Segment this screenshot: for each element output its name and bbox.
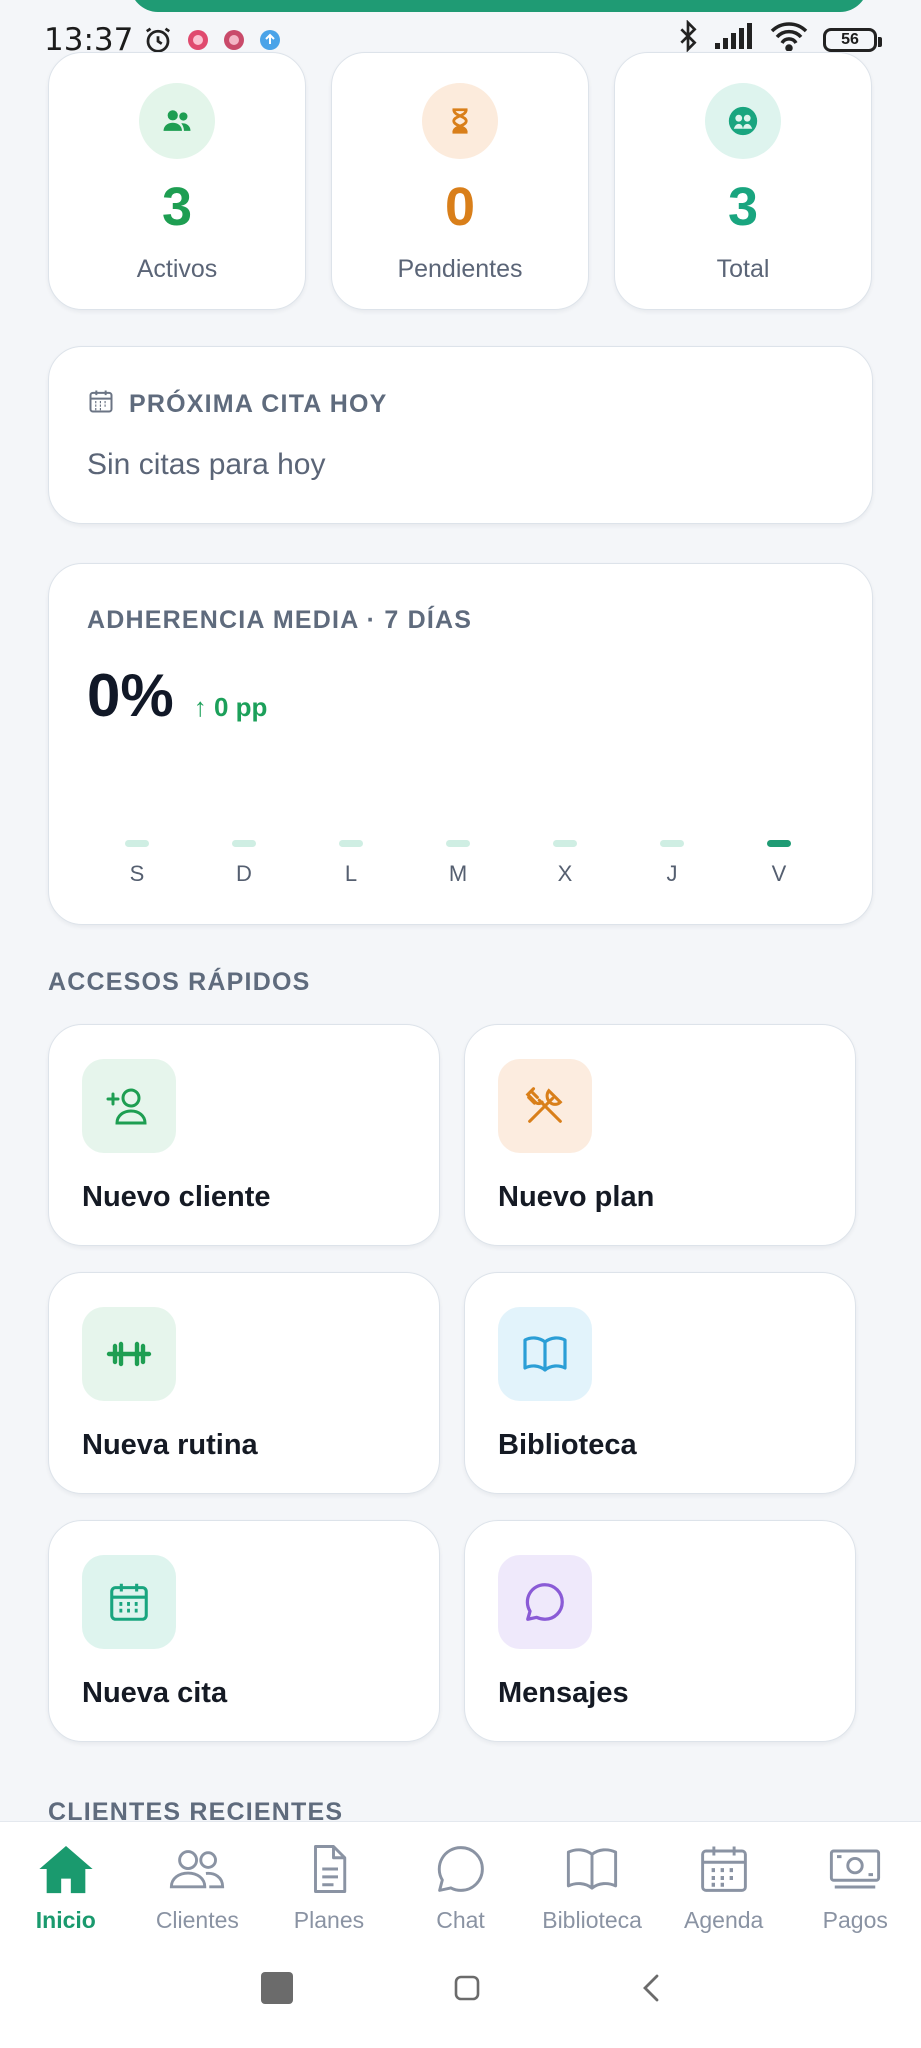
next-appointment-title: PRÓXIMA CITA HOY: [129, 390, 388, 418]
quick-action-label: Nuevo cliente: [82, 1181, 271, 1213]
nav-label: Planes: [293, 1907, 365, 1933]
quick-action-label: Nuevo plan: [498, 1181, 655, 1213]
nav-label: Clientes: [155, 1907, 239, 1933]
next-appointment-card[interactable]: PRÓXIMA CITA HOY Sin citas para hoy: [48, 346, 873, 524]
users-icon: [168, 1842, 226, 1901]
app-notification-icon: [187, 29, 209, 51]
alarm-icon: [143, 25, 173, 55]
calendar-icon: [695, 1842, 753, 1901]
quick-action-label: Nueva rutina: [82, 1429, 258, 1461]
book-icon: [498, 1307, 592, 1401]
stat-card-active[interactable]: 3 Activos: [48, 52, 306, 310]
utensils-icon: [498, 1059, 592, 1153]
battery-icon: 56: [823, 28, 882, 52]
adherence-day-D: D: [214, 840, 274, 887]
back-button[interactable]: [640, 1973, 662, 2008]
adherence-bar: [660, 840, 684, 847]
adherence-day-S: S: [107, 840, 167, 887]
dumbbell-icon: [82, 1307, 176, 1401]
day-label: L: [344, 861, 358, 886]
quick-library-button[interactable]: Biblioteca: [464, 1272, 856, 1494]
app-notification-icon: [223, 29, 245, 51]
adherence-day-L: L: [321, 840, 381, 887]
quick-new-client-button[interactable]: Nuevo cliente: [48, 1024, 440, 1246]
quick-new-plan-button[interactable]: Nuevo plan: [464, 1024, 856, 1246]
nav-label: Chat: [436, 1907, 485, 1933]
stat-card-total[interactable]: 3 Total: [614, 52, 872, 310]
nav-item-agenda[interactable]: Agenda: [658, 1822, 790, 1933]
nav-item-clientes[interactable]: Clientes: [132, 1822, 264, 1933]
chat-icon: [432, 1842, 490, 1901]
next-appointment-subtitle: Sin citas para hoy: [87, 448, 326, 481]
quick-access-title: ACCESOS RÁPIDOS: [48, 968, 311, 996]
upload-notification-icon: [259, 29, 281, 51]
adherence-bar: [553, 840, 577, 847]
day-label: X: [557, 861, 573, 886]
quick-action-label: Mensajes: [498, 1677, 629, 1709]
adherence-day-J: J: [642, 840, 702, 887]
hourglass-icon: [422, 83, 498, 159]
home-button[interactable]: [454, 1975, 480, 2006]
quick-new-routine-button[interactable]: Nueva rutina: [48, 1272, 440, 1494]
stat-label: Total: [716, 255, 770, 283]
nav-label: Agenda: [684, 1907, 764, 1933]
home-icon: [37, 1842, 95, 1901]
day-label: M: [448, 861, 468, 886]
adherence-day-X: X: [535, 840, 595, 887]
stat-label: Pendientes: [397, 255, 523, 283]
calendar-icon: [87, 387, 115, 422]
quick-action-label: Nueva cita: [82, 1677, 228, 1709]
stat-card-pending[interactable]: 0 Pendientes: [331, 52, 589, 310]
day-label: D: [236, 861, 252, 886]
nav-item-biblioteca[interactable]: Biblioteca: [526, 1822, 658, 1933]
add-user-icon: [82, 1059, 176, 1153]
day-label: J: [666, 861, 678, 886]
system-navigation-bar: [0, 1933, 921, 2048]
adherence-bar: [446, 840, 470, 847]
quick-messages-button[interactable]: Mensajes: [464, 1520, 856, 1742]
chat-icon: [498, 1555, 592, 1649]
money-icon: [826, 1842, 884, 1901]
nav-label: Pagos: [822, 1907, 888, 1933]
users-icon: [139, 83, 215, 159]
nav-item-chat[interactable]: Chat: [395, 1822, 527, 1933]
adherence-day-M: M: [428, 840, 488, 887]
adherence-bar: [767, 840, 791, 847]
day-label: V: [771, 861, 787, 886]
adherence-delta: ↑ 0 pp: [193, 692, 268, 722]
adherence-bar: [125, 840, 149, 847]
adherence-bar: [339, 840, 363, 847]
book-icon: [563, 1842, 621, 1901]
stat-value: 3: [161, 177, 193, 237]
stat-label: Activos: [136, 255, 218, 283]
adherence-value: 0%: [87, 662, 174, 729]
nav-label: Biblioteca: [542, 1907, 642, 1933]
bottom-navigation: Inicio Clientes Planes Chat Biblioteca A…: [0, 1821, 921, 1933]
adherence-bar: [232, 840, 256, 847]
adherence-card: ADHERENCIA MEDIA · 7 DÍAS 0% ↑ 0 pp S D L M…: [48, 563, 873, 925]
adherence-day-V: V: [749, 840, 809, 887]
stat-value: 3: [727, 177, 759, 237]
document-icon: [300, 1842, 358, 1901]
nav-item-planes[interactable]: Planes: [263, 1822, 395, 1933]
quick-action-label: Biblioteca: [498, 1429, 637, 1461]
quick-new-appointment-button[interactable]: Nueva cita: [48, 1520, 440, 1742]
calendar-icon: [82, 1555, 176, 1649]
recent-apps-button[interactable]: [260, 1971, 294, 2010]
stat-value: 0: [444, 177, 476, 237]
nav-item-pagos[interactable]: Pagos: [789, 1822, 921, 1933]
user-group-icon: [705, 83, 781, 159]
nav-item-inicio[interactable]: Inicio: [0, 1822, 132, 1933]
day-label: S: [129, 861, 145, 886]
nav-label: Inicio: [35, 1907, 96, 1933]
adherence-title: ADHERENCIA MEDIA · 7 DÍAS: [87, 606, 473, 634]
